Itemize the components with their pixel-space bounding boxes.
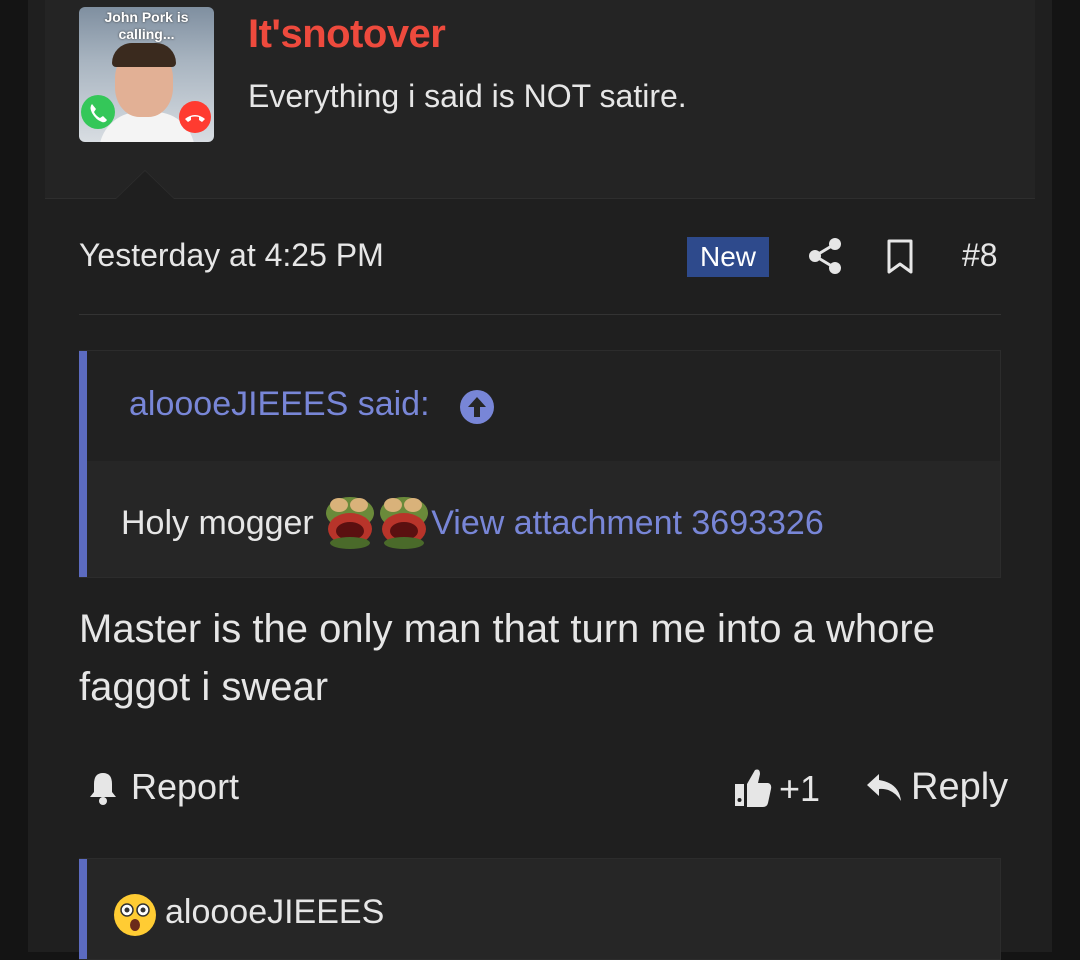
share-icon[interactable]: [807, 237, 843, 275]
quote-block: aloooeJIEEES said: Holy mogger View atta…: [79, 350, 1001, 578]
next-quote-block: aloooeJIEEES: [79, 858, 1001, 960]
avatar[interactable]: John Pork is calling...: [79, 7, 214, 142]
post-meta: Yesterday at 4:25 PM New #8: [79, 233, 1001, 281]
reply-arrow-icon: [867, 774, 901, 801]
quote-text: Holy mogger: [121, 503, 314, 542]
next-quote-author[interactable]: aloooeJIEEES: [165, 893, 384, 932]
thumbs-up-icon: [735, 769, 772, 807]
phone-decline-icon: [179, 101, 211, 133]
like-count: +1: [779, 768, 821, 809]
arrow-up-circle-icon[interactable]: [459, 389, 495, 425]
attachment-link[interactable]: View attachment 3693326: [431, 504, 824, 542]
post-number[interactable]: #8: [962, 237, 998, 274]
pepe-emoji-icon: [380, 497, 429, 549]
post-message: Master is the only man that turn me into…: [79, 607, 935, 709]
username[interactable]: It'snotover: [248, 12, 446, 57]
post-actions: Report +1 Reply: [79, 764, 1008, 812]
quote-header: aloooeJIEEES said:: [87, 351, 1000, 461]
bookmark-icon[interactable]: [885, 239, 915, 275]
divider: [79, 314, 1001, 315]
reply-label: Reply: [911, 766, 1009, 808]
shocked-emoji-icon: [114, 894, 156, 936]
avatar-caption: John Pork is calling...: [104, 9, 189, 42]
pepe-emoji-icon: [326, 497, 375, 549]
quote-body: Holy mogger View attachment 3693326: [121, 497, 824, 549]
quote-bar: [79, 859, 87, 959]
bell-icon: [90, 773, 116, 805]
quote-bar: [79, 351, 87, 577]
report-label: Report: [131, 766, 240, 807]
phone-accept-icon: [81, 95, 115, 129]
quote-author-link[interactable]: aloooeJIEEES said:: [129, 385, 430, 424]
user-title: Everything i said is NOT satire.: [248, 78, 687, 114]
new-badge: New: [687, 237, 769, 277]
post-timestamp[interactable]: Yesterday at 4:25 PM: [79, 237, 384, 274]
